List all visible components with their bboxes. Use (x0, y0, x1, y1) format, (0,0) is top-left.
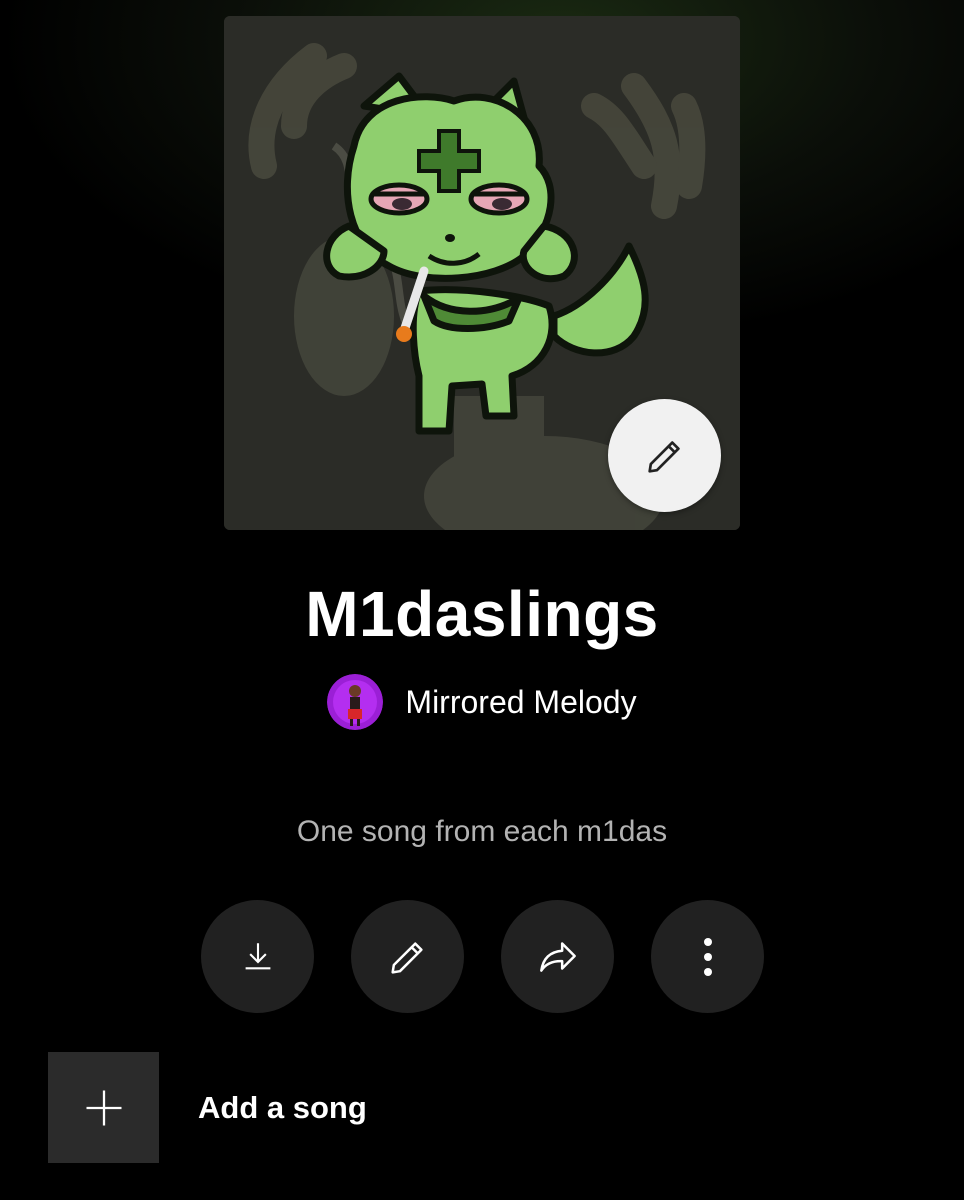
owner-name[interactable]: Mirrored Melody (405, 682, 636, 722)
pencil-icon (390, 941, 423, 974)
share-icon (539, 941, 576, 972)
add-song-tile[interactable] (48, 1052, 159, 1163)
action-bar (201, 900, 764, 1013)
playlist-owner[interactable]: Mirrored Melody (0, 672, 964, 732)
share-button[interactable] (501, 900, 614, 1013)
add-song-row[interactable]: Add a song (48, 1052, 548, 1163)
playlist-description: One song from each m1das (296, 815, 668, 848)
owner-avatar-image (327, 674, 384, 730)
more-options-button[interactable] (651, 900, 764, 1013)
download-icon (245, 942, 270, 969)
more-vertical-icon (703, 937, 712, 976)
pencil-icon (647, 440, 680, 473)
edit-cover-button[interactable] (608, 399, 721, 512)
download-button[interactable] (201, 900, 314, 1013)
plus-icon (86, 1090, 121, 1125)
edit-playlist-button[interactable] (351, 900, 464, 1013)
avatar[interactable] (327, 674, 384, 730)
playlist-title: M1daslings (305, 578, 659, 650)
add-song-label[interactable]: Add a song (198, 1090, 367, 1126)
